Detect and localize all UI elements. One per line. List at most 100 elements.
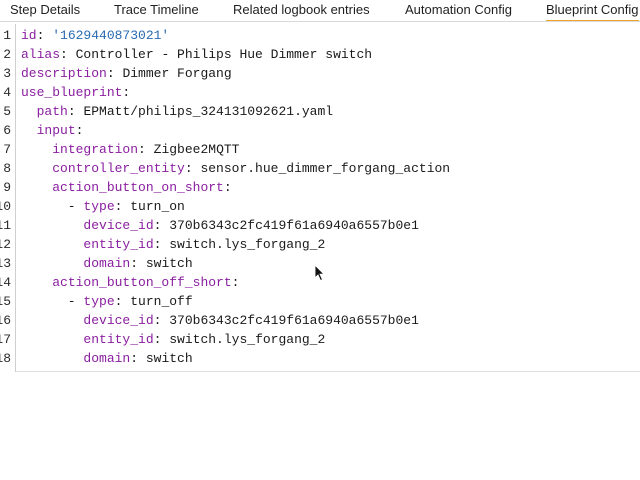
yaml-value: sensor.hue_dimmer_forgang_action (200, 161, 451, 176)
yaml-key: controller_entity (52, 161, 185, 176)
yaml-separator: : (153, 313, 170, 328)
line-number: 8 (3, 161, 11, 176)
line-number: 2 (3, 47, 11, 62)
code-line: controller_entity: sensor.hue_dimmer_for… (21, 159, 450, 178)
line-number: 18 (0, 351, 11, 366)
yaml-value: switch (145, 256, 193, 271)
line-number: 4 (3, 85, 11, 100)
yaml-key: input (36, 123, 76, 138)
yaml-value: EPMatt/philips_324131092621.yaml (83, 104, 334, 119)
line-number: 10 (0, 199, 11, 214)
yaml-value: switch.lys_forgang_2 (169, 332, 326, 347)
line-number: 1 (3, 28, 11, 43)
tab-automation-config[interactable]: Automation Config (405, 0, 512, 21)
yaml-separator: : (36, 28, 53, 43)
line-number: 14 (0, 275, 11, 290)
yaml-separator: : (153, 332, 170, 347)
code-line: input: (21, 121, 84, 140)
yaml-value: 370b6343c2fc419f61a6940a6557b0e1 (169, 218, 419, 233)
tab-bar: Step Details Trace Timeline Related logb… (0, 0, 640, 22)
tab-related-logbook-entries[interactable]: Related logbook entries (233, 0, 370, 21)
indent: - (21, 199, 84, 214)
yaml-value: Dimmer Forgang (122, 66, 232, 81)
yaml-key: action_button_on_short (52, 180, 224, 195)
code-line: action_button_on_short: (21, 178, 232, 197)
yaml-value: '1629440873021' (52, 28, 170, 43)
tab-step-details[interactable]: Step Details (10, 0, 80, 21)
yaml-key: domain (83, 256, 131, 271)
line-number: 15 (0, 294, 11, 309)
yaml-key: type (83, 294, 115, 309)
code-line: id: '1629440873021' (21, 26, 169, 45)
yaml-key: type (83, 199, 115, 214)
code-line: device_id: 370b6343c2fc419f61a6940a6557b… (21, 216, 419, 235)
code-line: description: Dimmer Forgang (21, 64, 232, 83)
line-number: 17 (0, 332, 11, 347)
yaml-key: entity_id (83, 237, 154, 252)
yaml-separator: : (184, 161, 201, 176)
line-number: 11 (0, 218, 11, 233)
yaml-key: device_id (83, 218, 154, 233)
yaml-key: integration (52, 142, 139, 157)
yaml-key: entity_id (83, 332, 154, 347)
yaml-separator: : (122, 85, 131, 100)
code-line: use_blueprint: (21, 83, 130, 102)
yaml-value: Zigbee2MQTT (153, 142, 240, 157)
mouse-pointer-icon (314, 264, 326, 282)
line-number-gutter: 123456789101112131415161718 (0, 24, 16, 372)
yaml-key: alias (21, 47, 61, 62)
yaml-separator: : (130, 351, 146, 366)
line-number: 9 (3, 180, 11, 195)
yaml-key: use_blueprint (21, 85, 123, 100)
yaml-separator: : (153, 237, 170, 252)
line-number: 12 (0, 237, 11, 252)
yaml-separator: : (60, 47, 76, 62)
code-line: domain: switch (21, 254, 193, 273)
yaml-key: description (21, 66, 107, 81)
yaml-value: 370b6343c2fc419f61a6940a6557b0e1 (169, 313, 419, 328)
yaml-separator: : (75, 123, 84, 138)
tab-trace-timeline[interactable]: Trace Timeline (114, 0, 199, 21)
yaml-value: switch (145, 351, 193, 366)
yaml-separator: : (231, 275, 240, 290)
code-line: path: EPMatt/philips_324131092621.yaml (21, 102, 333, 121)
yaml-value: switch.lys_forgang_2 (169, 237, 326, 252)
yaml-value: turn_on (130, 199, 185, 214)
line-number: 7 (3, 142, 11, 157)
line-number: 16 (0, 313, 11, 328)
yaml-key: device_id (83, 313, 154, 328)
line-number: 3 (3, 66, 11, 81)
code-line: - type: turn_on (21, 197, 185, 216)
yaml-separator: : (114, 294, 131, 309)
yaml-value: turn_off (130, 294, 193, 309)
yaml-key: domain (83, 351, 131, 366)
yaml-key: path (36, 104, 68, 119)
yaml-separator: : (223, 180, 232, 195)
line-number: 5 (3, 104, 11, 119)
code-line: action_button_off_short: (21, 273, 239, 292)
yaml-separator: : (114, 199, 131, 214)
code-line: - type: turn_off (21, 292, 193, 311)
yaml-code-editor[interactable]: 123456789101112131415161718 id: '1629440… (0, 24, 640, 372)
yaml-key: id (21, 28, 37, 43)
code-line: entity_id: switch.lys_forgang_2 (21, 330, 325, 349)
code-line: alias: Controller - Philips Hue Dimmer s… (21, 45, 372, 64)
tab-blueprint-config[interactable]: Blueprint Config (546, 0, 639, 21)
yaml-separator: : (153, 218, 170, 233)
code-line: entity_id: switch.lys_forgang_2 (21, 235, 325, 254)
yaml-separator: : (106, 66, 123, 81)
yaml-separator: : (130, 256, 146, 271)
yaml-separator: : (138, 142, 154, 157)
indent: - (21, 294, 84, 309)
code-line: device_id: 370b6343c2fc419f61a6940a6557b… (21, 311, 419, 330)
line-number: 13 (0, 256, 11, 271)
